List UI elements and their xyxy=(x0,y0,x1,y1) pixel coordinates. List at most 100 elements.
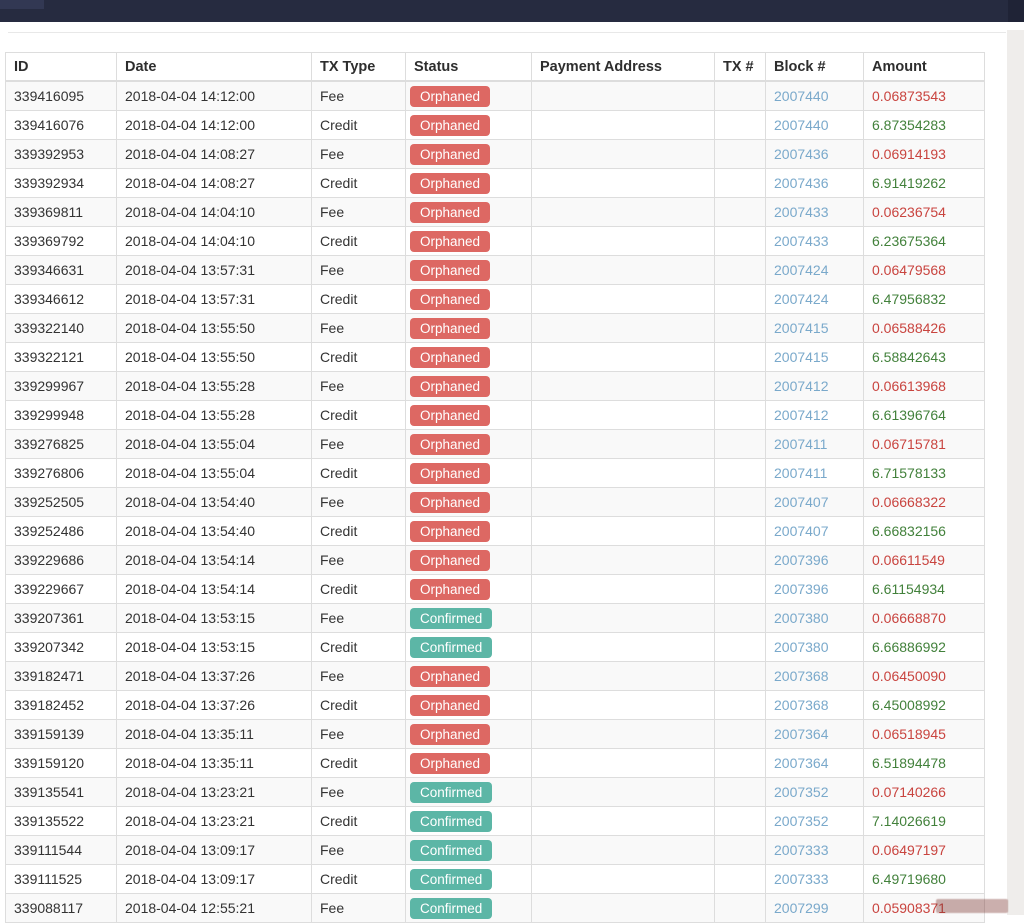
cell-tx-type: Credit xyxy=(311,516,406,546)
table-row: 339229686 2018-04-04 13:54:14 Fee Orphan… xyxy=(5,545,985,575)
cell-block: 2007396 xyxy=(765,545,864,575)
block-link[interactable]: 2007433 xyxy=(774,233,829,249)
watermark-overlay xyxy=(936,899,1008,913)
cell-block: 2007415 xyxy=(765,313,864,343)
block-link[interactable]: 2007424 xyxy=(774,291,829,307)
cell-block: 2007352 xyxy=(765,777,864,807)
table-row: 339299948 2018-04-04 13:55:28 Credit Orp… xyxy=(5,400,985,430)
block-link[interactable]: 2007415 xyxy=(774,320,829,336)
block-link[interactable]: 2007352 xyxy=(774,784,829,800)
cell-tx-type: Fee xyxy=(311,893,406,923)
block-link[interactable]: 2007415 xyxy=(774,349,829,365)
block-link[interactable]: 2007411 xyxy=(774,465,827,481)
status-badge: Orphaned xyxy=(410,172,491,194)
column-header-date: Date xyxy=(116,52,312,82)
status-badge: Confirmed xyxy=(410,636,493,658)
block-link[interactable]: 2007412 xyxy=(774,378,829,394)
cell-date: 2018-04-04 13:57:31 xyxy=(116,255,312,285)
cell-status: Orphaned xyxy=(405,719,532,749)
cell-tx-type: Credit xyxy=(311,690,406,720)
cell-id: 339159139 xyxy=(5,719,117,749)
status-badge: Orphaned xyxy=(410,114,491,136)
cell-date: 2018-04-04 13:53:15 xyxy=(116,603,312,633)
status-badge: Orphaned xyxy=(410,578,491,600)
block-link[interactable]: 2007407 xyxy=(774,494,829,510)
table-row: 339346612 2018-04-04 13:57:31 Credit Orp… xyxy=(5,284,985,314)
cell-date: 2018-04-04 13:55:28 xyxy=(116,400,312,430)
status-badge: Confirmed xyxy=(410,607,493,629)
block-link[interactable]: 2007364 xyxy=(774,726,829,742)
block-link[interactable]: 2007352 xyxy=(774,813,829,829)
block-link[interactable]: 2007368 xyxy=(774,668,829,684)
cell-payment-address xyxy=(531,284,715,314)
status-badge: Orphaned xyxy=(410,288,491,310)
table-row: 339252505 2018-04-04 13:54:40 Fee Orphan… xyxy=(5,487,985,517)
block-link[interactable]: 2007396 xyxy=(774,552,829,568)
cell-date: 2018-04-04 13:09:17 xyxy=(116,835,312,865)
block-link[interactable]: 2007364 xyxy=(774,755,829,771)
status-badge: Orphaned xyxy=(410,346,491,368)
column-header-payment-address: Payment Address xyxy=(531,52,715,82)
cell-date: 2018-04-04 13:09:17 xyxy=(116,864,312,894)
cell-block: 2007433 xyxy=(765,226,864,256)
table-row: 339229667 2018-04-04 13:54:14 Credit Orp… xyxy=(5,574,985,604)
block-link[interactable]: 2007333 xyxy=(774,842,829,858)
cell-block: 2007433 xyxy=(765,197,864,227)
cell-status: Orphaned xyxy=(405,197,532,227)
cell-date: 2018-04-04 13:54:40 xyxy=(116,516,312,546)
cell-block: 2007333 xyxy=(765,864,864,894)
cell-tx-type: Fee xyxy=(311,255,406,285)
block-link[interactable]: 2007299 xyxy=(774,900,829,916)
cell-tx-number xyxy=(714,777,766,807)
cell-tx-type: Credit xyxy=(311,342,406,372)
block-link[interactable]: 2007433 xyxy=(774,204,829,220)
status-badge: Confirmed xyxy=(410,868,493,890)
block-link[interactable]: 2007411 xyxy=(774,436,827,452)
status-badge: Orphaned xyxy=(410,665,491,687)
cell-tx-number xyxy=(714,806,766,836)
cell-block: 2007440 xyxy=(765,80,864,111)
block-link[interactable]: 2007412 xyxy=(774,407,829,423)
block-link[interactable]: 2007440 xyxy=(774,117,829,133)
cell-date: 2018-04-04 13:55:50 xyxy=(116,313,312,343)
cell-tx-number xyxy=(714,661,766,691)
cell-amount: 0.06613968 xyxy=(863,371,985,401)
block-link[interactable]: 2007440 xyxy=(774,88,829,104)
cell-status: Orphaned xyxy=(405,574,532,604)
block-link[interactable]: 2007396 xyxy=(774,581,829,597)
block-link[interactable]: 2007436 xyxy=(774,146,829,162)
cell-id: 339088117 xyxy=(5,893,117,923)
cell-amount: 6.66832156 xyxy=(863,516,985,546)
cell-amount: 0.06668870 xyxy=(863,603,985,633)
status-badge: Orphaned xyxy=(410,201,491,223)
cell-payment-address xyxy=(531,371,715,401)
block-link[interactable]: 2007368 xyxy=(774,697,829,713)
cell-amount: 0.06873543 xyxy=(863,80,985,111)
cell-tx-type: Credit xyxy=(311,806,406,836)
cell-amount: 6.45008992 xyxy=(863,690,985,720)
header-divider xyxy=(8,32,1006,33)
table-row: 339207342 2018-04-04 13:53:15 Credit Con… xyxy=(5,632,985,662)
block-link[interactable]: 2007407 xyxy=(774,523,829,539)
column-header-block: Block # xyxy=(765,52,864,82)
cell-tx-type: Credit xyxy=(311,226,406,256)
cell-amount: 6.23675364 xyxy=(863,226,985,256)
block-link[interactable]: 2007380 xyxy=(774,610,829,626)
block-link[interactable]: 2007436 xyxy=(774,175,829,191)
block-link[interactable]: 2007380 xyxy=(774,639,829,655)
status-badge: Orphaned xyxy=(410,85,491,107)
status-badge: Orphaned xyxy=(410,491,491,513)
block-link[interactable]: 2007333 xyxy=(774,871,829,887)
table-header-row: ID Date TX Type Status Payment Address T… xyxy=(5,52,985,82)
cell-block: 2007412 xyxy=(765,400,864,430)
block-link[interactable]: 2007424 xyxy=(774,262,829,278)
scrollbar-track[interactable] xyxy=(1007,30,1024,915)
cell-tx-type: Fee xyxy=(311,197,406,227)
cell-amount: 0.06479568 xyxy=(863,255,985,285)
cell-block: 2007407 xyxy=(765,487,864,517)
cell-payment-address xyxy=(531,603,715,633)
cell-amount: 6.71578133 xyxy=(863,458,985,488)
cell-tx-number xyxy=(714,342,766,372)
status-badge: Orphaned xyxy=(410,143,491,165)
cell-block: 2007407 xyxy=(765,516,864,546)
